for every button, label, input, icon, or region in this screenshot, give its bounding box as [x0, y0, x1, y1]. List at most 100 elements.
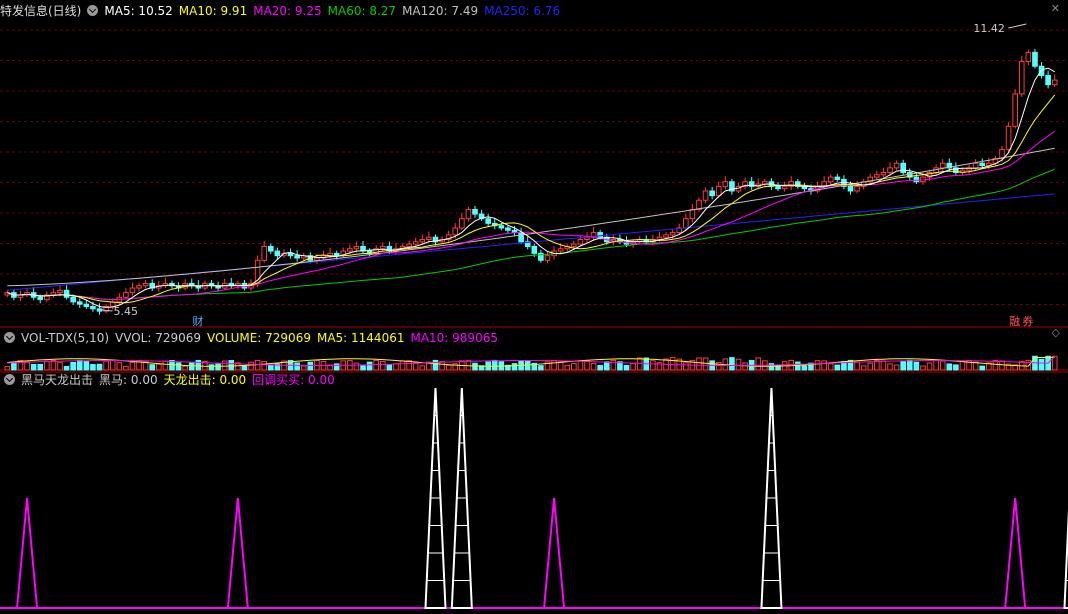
candle-body	[702, 190, 709, 201]
high-price-label: 11.42	[973, 22, 1005, 35]
candle-body	[893, 162, 900, 169]
volume-bar	[742, 362, 748, 371]
volume-bar	[893, 364, 900, 371]
candle-body	[76, 301, 83, 305]
volume-bar	[801, 365, 808, 371]
chevron-down-icon[interactable]	[4, 332, 15, 343]
stock-title: 特发信息(日线)	[0, 4, 82, 18]
volume-bar	[11, 362, 17, 371]
candle-body	[287, 252, 294, 257]
volume-bar	[76, 359, 83, 371]
volume-legend: VOL-TDX(5,10) VVOL: 729069 VOLUME: 729069 M…	[0, 330, 510, 346]
event-marker: 券	[1022, 314, 1033, 328]
candle-body	[90, 306, 96, 310]
volume-bar	[149, 364, 156, 371]
candle-body	[379, 245, 386, 250]
volume-bar	[83, 360, 90, 371]
volume-legend-item-4: MA10: 989065	[410, 331, 498, 345]
candle-body	[689, 208, 696, 220]
volume-legend-item-3: MA5: 1144061	[316, 331, 405, 345]
volume-bar	[445, 364, 452, 371]
volume-bar	[577, 360, 584, 371]
candle-body	[557, 248, 564, 252]
volume-bar	[696, 357, 702, 371]
candle-body	[544, 255, 551, 261]
chevron-down-icon[interactable]	[87, 5, 99, 16]
candle-body	[426, 236, 432, 241]
candle-body	[459, 218, 465, 229]
indicator-spike	[542, 497, 566, 609]
candle-body	[1038, 65, 1045, 76]
candle-body	[347, 248, 353, 252]
candle-body	[498, 225, 505, 229]
volume-bar	[353, 362, 360, 371]
low-price-arrow	[101, 309, 113, 312]
volume-bar	[307, 361, 314, 371]
candle-body	[597, 232, 603, 238]
volume-bar	[972, 361, 979, 371]
volume-bar	[261, 360, 268, 371]
volume-bar	[860, 365, 867, 371]
ma-legend-item-1: MA10: 9.91	[178, 4, 248, 18]
candle-body	[142, 282, 149, 287]
candle-body	[722, 181, 729, 187]
indicator-legend-item-1: 黑马: 0.00	[99, 373, 158, 387]
candle-body	[1032, 51, 1038, 67]
volume-bar	[946, 363, 953, 371]
candle-body	[1045, 74, 1051, 86]
volume-bar	[926, 362, 933, 371]
indicator-legend-item-2: 天龙出击: 0.00	[163, 373, 247, 387]
candle-body	[972, 162, 979, 169]
volume-bar	[294, 362, 300, 371]
volume-legend-item-0: VOL-TDX(5,10)	[21, 331, 110, 345]
stock-chart-window: 11.425.45财融券榜 特发信息(日线)MA5: 10.52MA10: 9.…	[0, 0, 1068, 614]
candle-body	[412, 241, 419, 245]
volume-bar	[650, 360, 656, 371]
candle-body	[136, 285, 142, 289]
chevron-down-icon[interactable]	[4, 374, 15, 385]
candle-body	[485, 218, 491, 224]
volume-bar	[867, 362, 874, 371]
candle-body	[847, 185, 854, 192]
volume-bar	[90, 364, 96, 371]
candle-body	[465, 208, 472, 220]
volume-bar	[669, 357, 676, 371]
high-price-arrow	[1008, 23, 1027, 29]
candle-body	[96, 308, 103, 312]
volume-bar	[472, 362, 478, 371]
volume-bar	[360, 365, 366, 371]
volume-bar	[221, 360, 228, 371]
volume-bar	[814, 360, 821, 371]
volume-bar	[610, 359, 617, 371]
volume-bar	[366, 361, 373, 371]
candle-body	[419, 239, 426, 243]
volume-bar	[551, 359, 557, 371]
candle-body	[274, 250, 281, 257]
volume-bar	[300, 365, 307, 371]
candle-body	[129, 287, 136, 294]
volume-bar	[1038, 358, 1045, 371]
volume-bar	[623, 364, 630, 371]
volume-bar	[439, 361, 445, 371]
candle-body	[333, 252, 340, 257]
volume-bar	[683, 362, 689, 371]
ma-legend-item-5: MA250: 6.76	[484, 4, 561, 18]
volume-bar	[880, 360, 887, 371]
candle-body	[709, 190, 715, 197]
ma-line-10	[7, 94, 1056, 304]
candle-body	[854, 185, 860, 192]
candle-body	[353, 245, 360, 250]
close-icon[interactable]: ✕	[1051, 2, 1060, 15]
volume-bar	[603, 361, 610, 371]
volume-bar	[564, 364, 571, 371]
volume-bar	[70, 361, 76, 371]
ma-legend-item-3: MA60: 8.27	[327, 4, 397, 18]
candle-body	[294, 255, 300, 259]
volume-bar	[939, 360, 946, 371]
volume-bar	[913, 361, 920, 371]
diamond-icon[interactable]: ◇	[1052, 326, 1060, 339]
volume-legend-list: VOL-TDX(5,10) VVOL: 729069 VOLUME: 729069 M…	[21, 331, 504, 345]
candle-body	[1018, 61, 1025, 95]
candle-body	[900, 162, 906, 173]
candle-body	[663, 234, 669, 238]
